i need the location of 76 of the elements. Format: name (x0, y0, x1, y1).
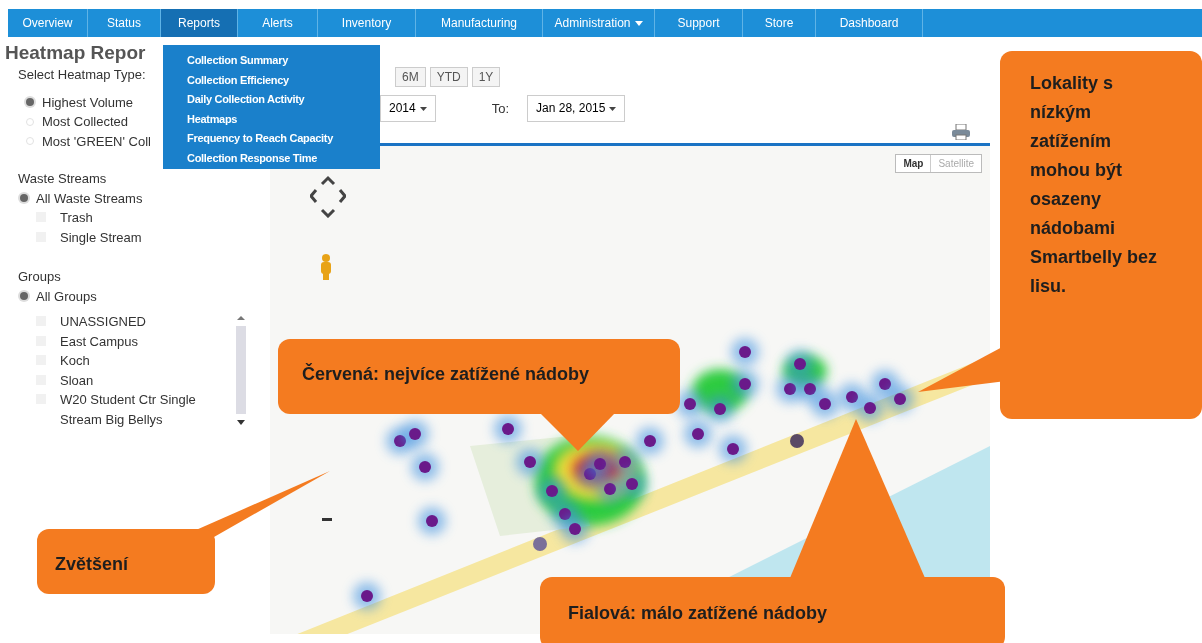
option-label: W20 Student Ctr Single Stream Big Bellys (60, 391, 197, 429)
nav-tab[interactable]: Support (655, 9, 743, 37)
bin-marker[interactable] (886, 385, 914, 413)
menu-item[interactable]: Collection Summary (187, 51, 380, 71)
caret-icon (609, 106, 617, 111)
bin-marker[interactable] (838, 383, 866, 411)
option-label: East Campus (60, 332, 139, 351)
bin-marker[interactable] (353, 582, 381, 610)
option-label: Single Stream (60, 228, 142, 247)
bin-marker[interactable] (856, 394, 884, 422)
section-label: Groups (18, 268, 62, 286)
nav-tab[interactable]: Alerts (238, 9, 318, 37)
nav-tab[interactable]: Inventory (318, 9, 416, 37)
print-icon (952, 124, 970, 140)
menu-item[interactable]: Collection Efficiency (187, 70, 380, 90)
bin-marker[interactable] (401, 420, 429, 448)
pan-control-icon (310, 174, 346, 218)
bin-marker[interactable] (796, 375, 824, 403)
date-dropdown[interactable]: 2014 (380, 95, 436, 122)
bin-marker[interactable] (561, 515, 589, 543)
bin-marker[interactable] (411, 453, 439, 481)
bin-marker[interactable] (706, 395, 734, 423)
option-label: Koch (60, 352, 90, 370)
bin-marker[interactable] (516, 448, 544, 476)
bin-marker[interactable] (871, 370, 899, 398)
option-label: Most 'GREEN' Coll (42, 132, 151, 151)
option-label: UNASSIGNED (60, 313, 146, 331)
nav-tab[interactable]: Reports (161, 9, 238, 37)
option-label: Most Collected (42, 113, 128, 131)
nav-tab[interactable]: Store (743, 9, 816, 37)
option-label: All Waste Streams (36, 189, 143, 208)
bin-marker[interactable] (494, 415, 522, 443)
section-label: Select Heatmap Type: (18, 66, 146, 84)
bin-marker[interactable] (684, 420, 712, 448)
bin-marker[interactable] (618, 470, 646, 498)
bin-marker[interactable] (538, 477, 566, 505)
bin-marker[interactable] (811, 390, 839, 418)
nav-tab[interactable]: Dashboard (816, 9, 923, 37)
range-button[interactable]: 1Y (471, 67, 501, 87)
bin-marker[interactable] (551, 500, 579, 528)
bin-marker[interactable] (731, 370, 759, 398)
date-label: To: (491, 99, 510, 118)
bin-marker[interactable] (533, 537, 547, 551)
range-button[interactable]: YTD (429, 67, 468, 87)
radio-button[interactable] (20, 292, 28, 301)
nav-tab[interactable]: Overview (8, 9, 88, 37)
date-dropdown[interactable]: Jan 28, 2015 (527, 95, 626, 122)
nav-tab[interactable]: Manufacturing (416, 9, 543, 37)
bin-marker[interactable] (719, 435, 747, 463)
option-label: Highest Volume (42, 93, 134, 112)
bin-marker[interactable] (790, 434, 804, 448)
callout-box: Lokality s nízkým zatížením mohou být osazeny nádobami Smartbelly bez lisu. (1000, 51, 1202, 419)
nav-tab[interactable]: Administration (543, 9, 655, 37)
zoom-out-icon (322, 518, 332, 521)
callout-box: Fialová: málo zatížené nádoby (540, 577, 1005, 643)
radio-button[interactable] (26, 98, 34, 107)
page-title: Heatmap Repor (5, 41, 146, 65)
bin-marker[interactable] (586, 450, 614, 478)
bin-marker[interactable] (386, 427, 414, 455)
bin-marker[interactable] (418, 507, 446, 535)
callout-box: Zvětšení (37, 529, 215, 594)
radio-button[interactable] (20, 194, 28, 203)
caret-icon (419, 106, 427, 111)
menu-item[interactable]: Heatmaps (187, 109, 380, 129)
bin-marker[interactable] (611, 448, 639, 476)
option-label: All Groups (36, 287, 97, 306)
bin-marker[interactable] (596, 475, 624, 503)
range-button[interactable]: 6M (395, 67, 426, 87)
menu-item[interactable]: Daily Collection Activity (187, 90, 380, 110)
bin-marker[interactable] (786, 350, 814, 378)
bin-marker[interactable] (636, 427, 664, 455)
option-label: Trash (60, 209, 93, 227)
person-icon (319, 254, 333, 280)
bin-marker[interactable] (731, 338, 759, 366)
section-label: Waste Streams (18, 170, 108, 188)
option-label: Sloan (60, 371, 94, 390)
